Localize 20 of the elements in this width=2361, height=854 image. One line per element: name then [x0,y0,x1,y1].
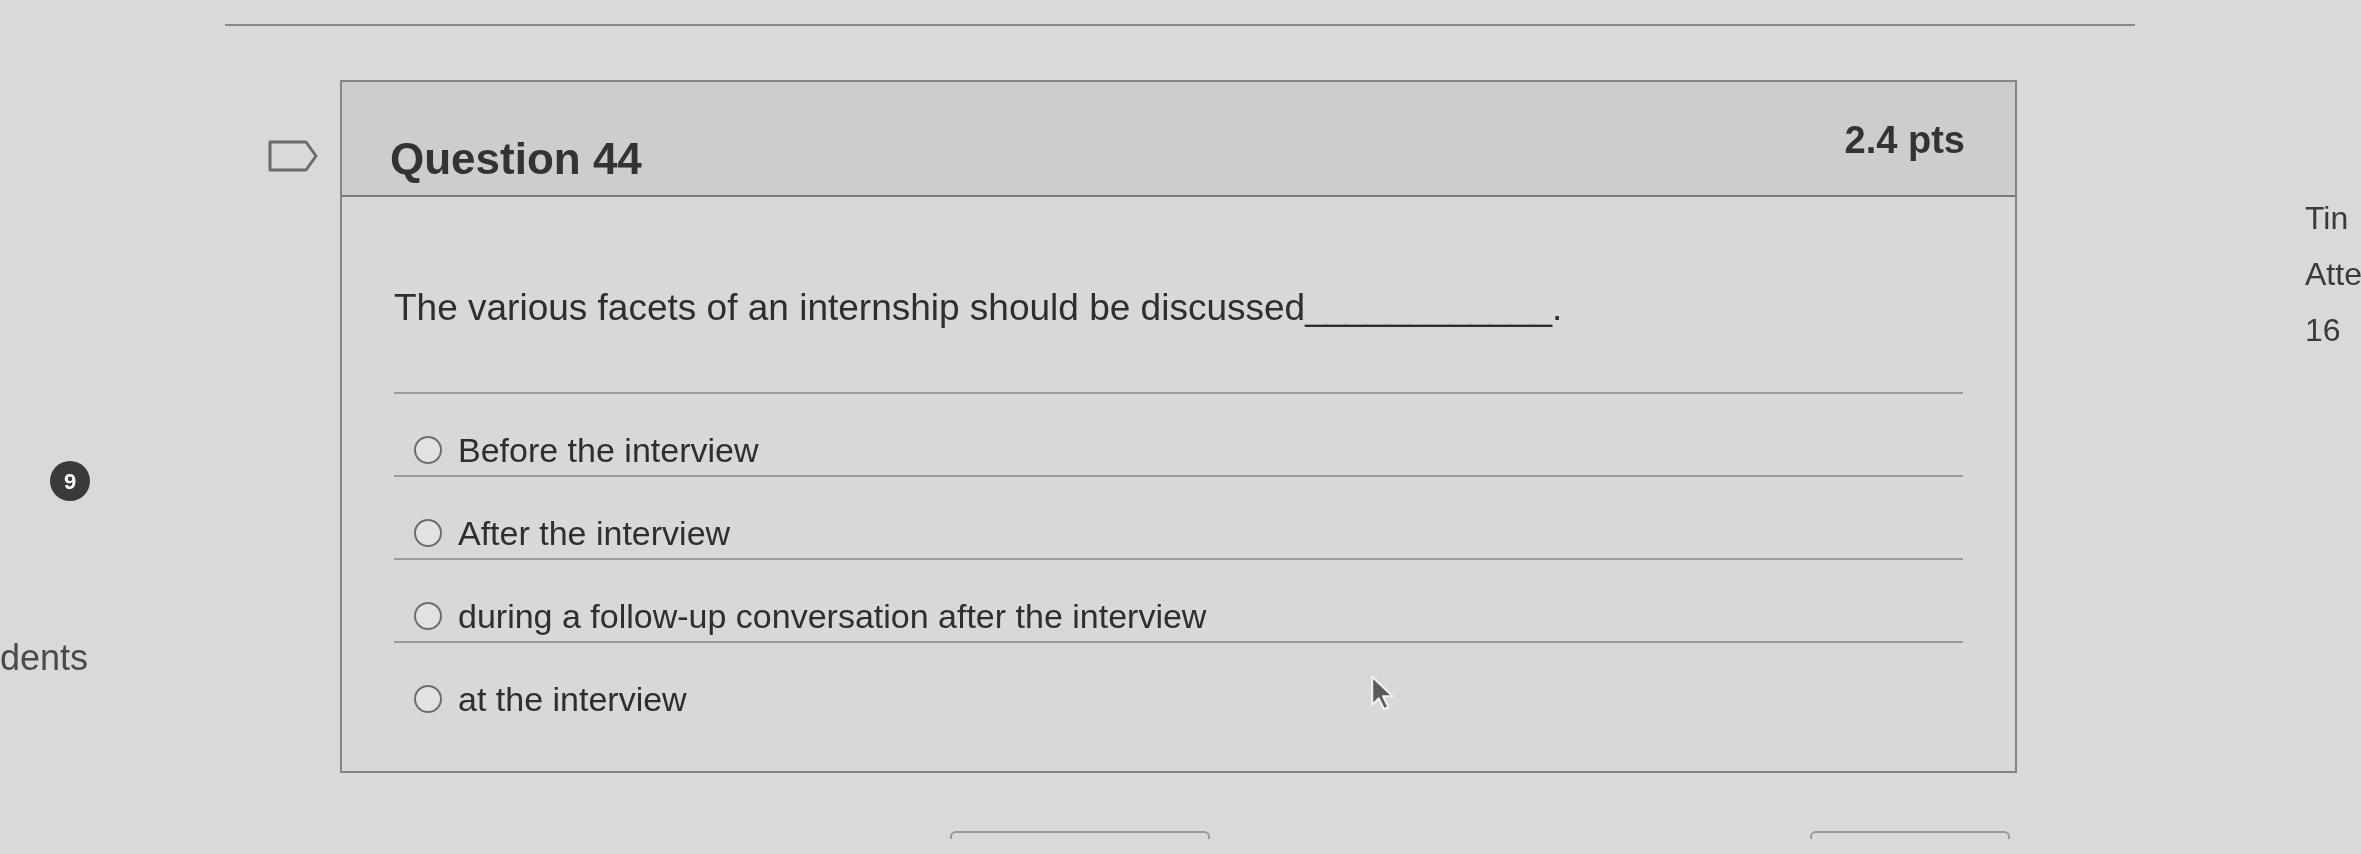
button-outline[interactable] [1810,831,2010,839]
question-text: The various facets of an internship should be discussed____________. [394,287,1564,329]
answer-option-label[interactable]: at the interview [458,677,687,721]
flag-icon[interactable] [268,140,318,172]
button-outline[interactable] [950,831,1210,839]
side-info-text: 16 [2305,311,2342,350]
mouse-pointer-icon [1370,674,1396,712]
radio-button[interactable] [414,602,442,630]
answer-option-label[interactable]: during a follow-up conversation after the interview [458,594,1207,638]
question-points: 2.4 pts [1844,118,1965,162]
side-label: dents [0,637,90,679]
radio-button[interactable] [414,436,442,464]
number-badge: 9 [50,461,90,501]
radio-button[interactable] [414,519,442,547]
radio-button[interactable] [414,685,442,713]
answer-option-label[interactable]: After the interview [458,511,731,555]
side-info-text: Tin [2305,199,2350,238]
side-info-text: Atte [2305,255,2361,294]
answer-option-label[interactable]: Before the interview [458,428,759,472]
question-title: Question 44 [390,134,642,184]
